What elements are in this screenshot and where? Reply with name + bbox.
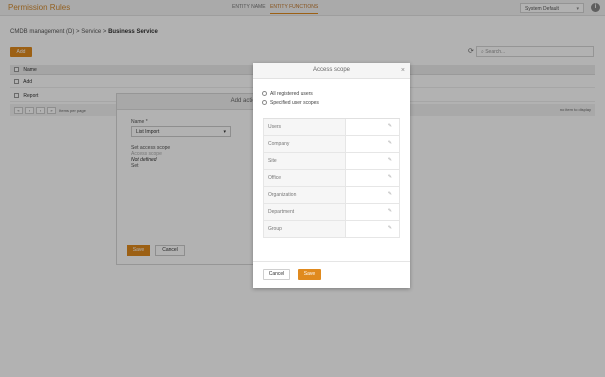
scope-row: Company ✎ bbox=[263, 136, 400, 153]
scope-row: Department ✎ bbox=[263, 204, 400, 221]
close-icon[interactable]: × bbox=[401, 67, 405, 74]
access-scope-modal: Access scope × All registered users Spec… bbox=[253, 63, 410, 288]
scope-row-value[interactable]: ✎ bbox=[345, 153, 400, 169]
scope-row-label: Company bbox=[263, 136, 345, 152]
modal-cancel-button[interactable]: Cancel bbox=[263, 269, 290, 280]
edit-icon[interactable]: ✎ bbox=[388, 191, 392, 197]
modal-title: Access scope bbox=[312, 67, 351, 73]
edit-icon[interactable]: ✎ bbox=[388, 123, 392, 129]
scope-row-value[interactable]: ✎ bbox=[345, 119, 400, 135]
edit-icon[interactable]: ✎ bbox=[388, 225, 392, 231]
edit-icon[interactable]: ✎ bbox=[388, 208, 392, 214]
scope-row-value[interactable]: ✎ bbox=[345, 187, 400, 203]
scope-row-label: Users bbox=[263, 119, 345, 135]
scope-row: Office ✎ bbox=[263, 170, 400, 187]
radio-button[interactable] bbox=[262, 91, 267, 97]
modal-header: Access scope × bbox=[253, 63, 410, 79]
scope-row-value[interactable]: ✎ bbox=[345, 221, 400, 237]
scope-row: Organization ✎ bbox=[263, 187, 400, 204]
edit-icon[interactable]: ✎ bbox=[388, 174, 392, 180]
radio-specified-scopes[interactable]: Specified user scopes bbox=[262, 100, 319, 106]
scope-table: Users ✎ Company ✎ Site ✎ Office ✎ Organizati… bbox=[263, 118, 400, 238]
scope-row: Group ✎ bbox=[263, 221, 400, 238]
scope-row: Users ✎ bbox=[263, 119, 400, 136]
scope-row-label: Group bbox=[263, 221, 345, 237]
scope-row: Site ✎ bbox=[263, 153, 400, 170]
modal-save-button[interactable]: Save bbox=[298, 269, 321, 280]
scope-row-value[interactable]: ✎ bbox=[345, 170, 400, 186]
scope-row-label: Organization bbox=[263, 187, 345, 203]
scope-row-label: Office bbox=[263, 170, 345, 186]
scope-row-value[interactable]: ✎ bbox=[345, 136, 400, 152]
modal-footer: Cancel Save bbox=[253, 261, 410, 288]
scope-row-label: Site bbox=[263, 153, 345, 169]
radio-specified-label: Specified user scopes bbox=[270, 100, 319, 106]
radio-all-users[interactable]: All registered users bbox=[262, 91, 313, 97]
scope-row-value[interactable]: ✎ bbox=[345, 204, 400, 220]
edit-icon[interactable]: ✎ bbox=[388, 157, 392, 163]
radio-all-label: All registered users bbox=[270, 91, 313, 97]
radio-button[interactable] bbox=[262, 100, 267, 106]
edit-icon[interactable]: ✎ bbox=[388, 140, 392, 146]
scope-row-label: Department bbox=[263, 204, 345, 220]
